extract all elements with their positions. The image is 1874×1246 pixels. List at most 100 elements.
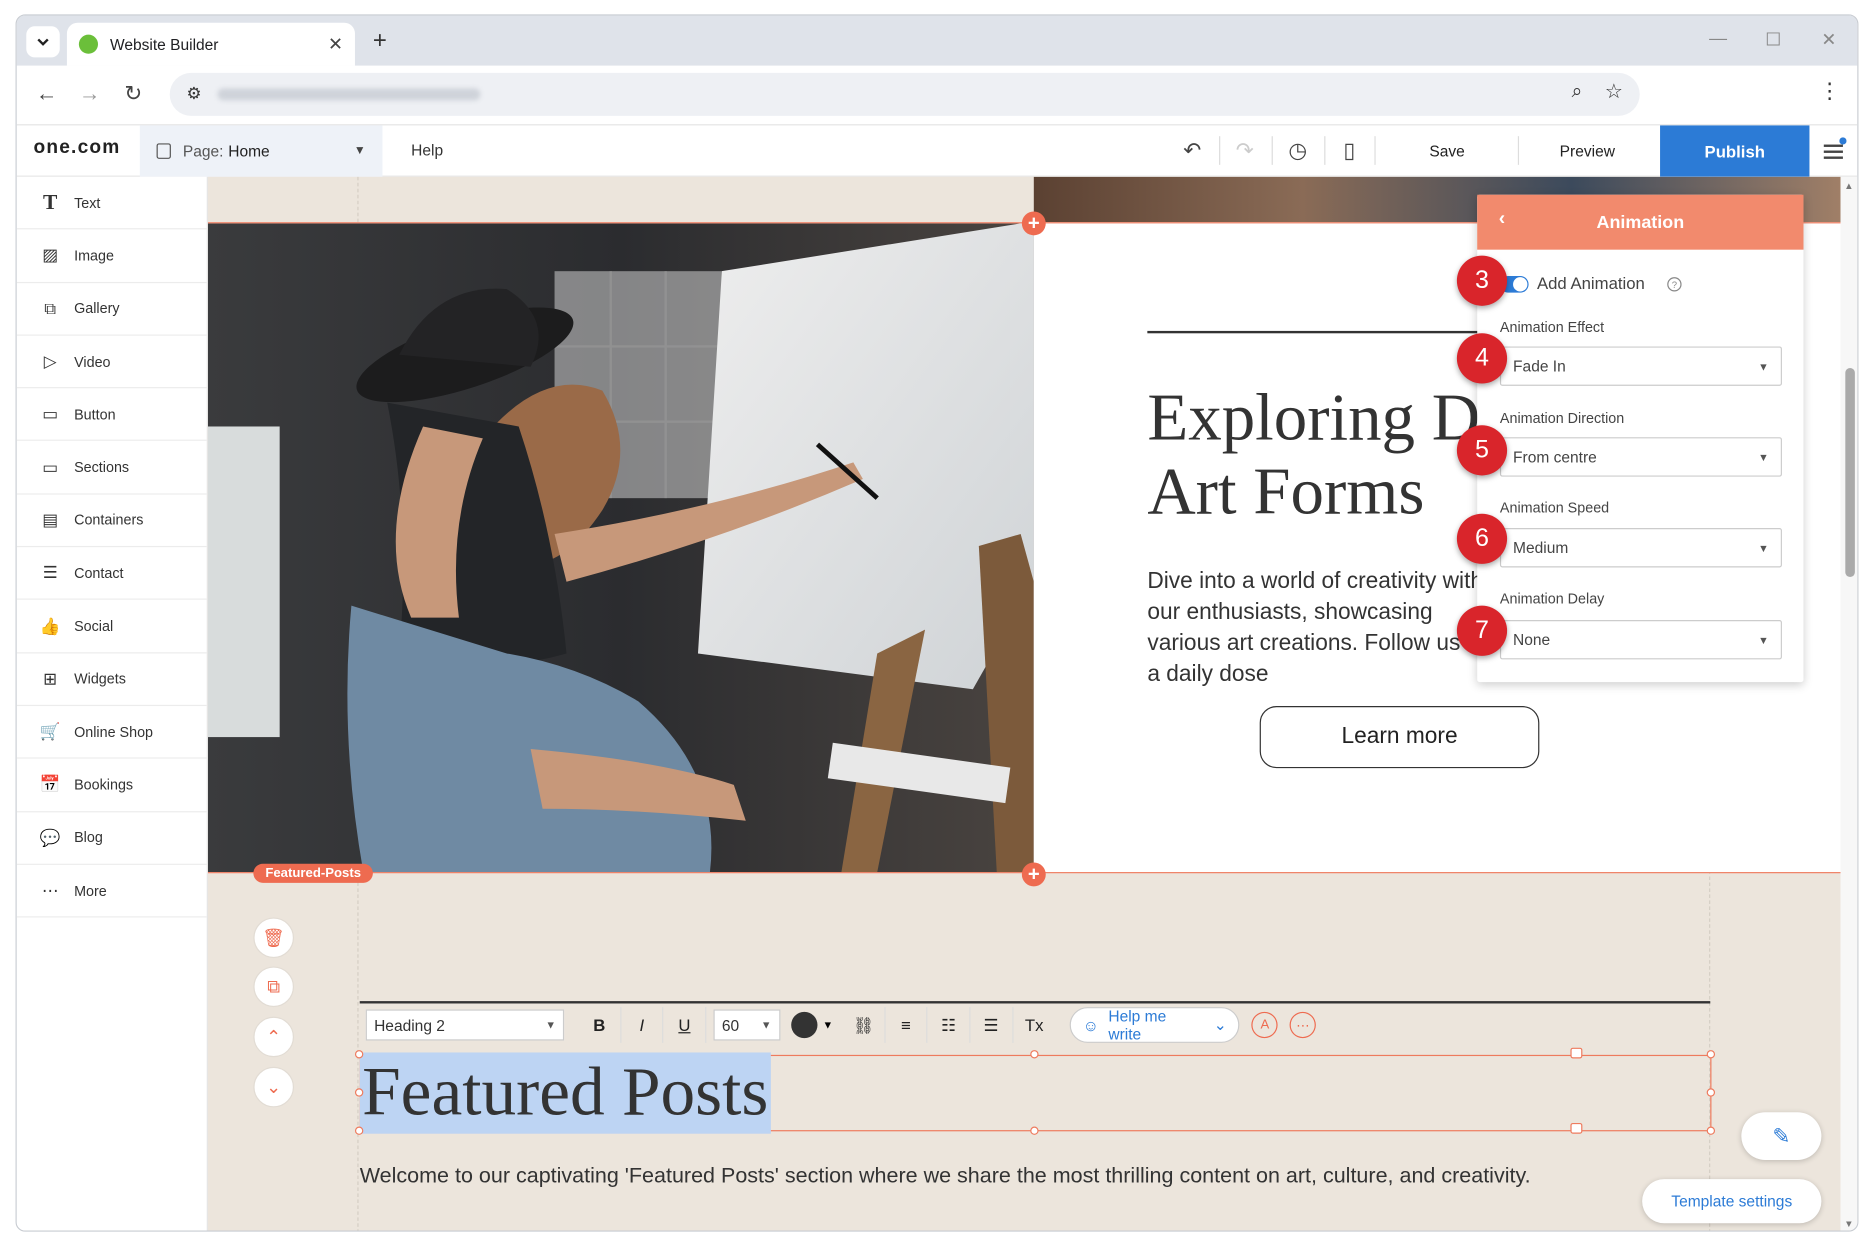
help-question-icon[interactable]: ? [1667, 277, 1682, 292]
bullet-list-icon[interactable]: ☰ [970, 1007, 1013, 1043]
resize-handle[interactable] [1030, 1126, 1039, 1135]
animation-delay-select[interactable]: None ▼ [1499, 620, 1782, 660]
tab-search-button[interactable] [26, 26, 60, 58]
section-tag[interactable]: Featured-Posts [253, 863, 373, 883]
undo-icon[interactable]: ↶ [1183, 139, 1201, 164]
sidebar-item-button[interactable]: ▭ Button [16, 388, 207, 442]
history-icon[interactable]: ◷ [1288, 139, 1307, 164]
resize-handle[interactable] [1030, 1050, 1039, 1059]
vertical-scrollbar[interactable]: ▲ ▼ [1840, 176, 1858, 1231]
window-close-icon[interactable]: ✕ [1821, 29, 1836, 50]
color-caret-icon[interactable]: ▼ [822, 1019, 833, 1031]
sidebar-item-more[interactable]: ⋯ More [16, 865, 207, 918]
hero-paragraph[interactable]: Dive into a world of creativity with our… [1147, 566, 1506, 690]
text-format-toolbar: Heading 2 ▼ B I U 60 ▼ ▼ ⛓ ≡ ☷ ☰ Tx ☺ Help… [360, 1005, 1316, 1046]
scroll-thumb[interactable] [1845, 367, 1855, 578]
more-options-icon[interactable]: ⋯ [1289, 1011, 1316, 1039]
design-edit-icon[interactable]: ✎ [1741, 1112, 1822, 1160]
text-color-swatch[interactable] [791, 1011, 818, 1039]
underline-button[interactable]: U [664, 1007, 707, 1043]
publish-button[interactable]: Publish [1660, 125, 1810, 177]
clear-format-button[interactable]: Tx [1013, 1007, 1056, 1043]
browser-menu-icon[interactable]: ⋮ [1819, 80, 1841, 102]
featured-posts-text[interactable]: Welcome to our captivating 'Featured Pos… [360, 1164, 1531, 1189]
back-chevron-icon[interactable]: ‹ [1499, 209, 1505, 231]
resize-handle[interactable] [354, 1088, 364, 1097]
resize-handle[interactable] [354, 1050, 364, 1059]
sidebar-item-label: Containers [74, 511, 144, 529]
resize-handle[interactable] [1706, 1088, 1716, 1097]
address-bar[interactable]: ⚙ ⌕ ☆ [169, 72, 1640, 116]
bookmark-star-icon[interactable]: ☆ [1605, 80, 1623, 104]
hamburger-menu-icon[interactable] [1823, 137, 1847, 163]
contact-icon: ☰ [42, 562, 58, 583]
help-me-write-button[interactable]: ☺ Help me write ⌄ [1069, 1007, 1240, 1043]
animation-effect-select[interactable]: Fade In ▼ [1499, 346, 1782, 386]
back-arrow-icon[interactable]: ← [36, 81, 58, 106]
sidebar-item-social[interactable]: 👍 Social [16, 600, 207, 654]
zoom-icon[interactable]: ⌕ [1572, 81, 1583, 103]
sidebar-item-image[interactable]: ▨ Image [16, 230, 207, 283]
maximize-icon[interactable]: ☐ [1765, 29, 1781, 50]
duplicate-section-icon[interactable]: ⧉ [253, 966, 295, 1008]
align-icon[interactable]: ≡ [885, 1007, 928, 1043]
move-up-icon[interactable]: ⌃ [253, 1016, 295, 1058]
browser-titlebar: Website Builder ✕ + — ☐ ✕ [16, 15, 1858, 66]
sidebar-item-contact[interactable]: ☰ Contact [16, 547, 207, 601]
page-selector[interactable]: Page: Home ▼ [139, 125, 383, 177]
sidebar-item-text[interactable]: T Text [16, 177, 207, 230]
add-section-plus-icon[interactable]: + [1021, 862, 1046, 887]
animation-panel-title: Animation [1596, 212, 1685, 233]
featured-posts-heading[interactable]: Featured Posts [359, 1052, 771, 1134]
add-section-plus-icon[interactable]: + [1021, 211, 1046, 236]
spacing-handle[interactable] [1570, 1122, 1583, 1134]
sidebar-item-gallery[interactable]: ⧉ Gallery [16, 283, 207, 336]
redo-icon[interactable]: ↷ [1236, 139, 1254, 164]
close-tab-icon[interactable]: ✕ [328, 33, 343, 55]
scroll-up-icon[interactable]: ▲ [1844, 180, 1853, 191]
new-tab-button[interactable]: + [373, 27, 387, 54]
url-text-blurred [217, 88, 481, 101]
sidebar-item-online-shop[interactable]: 🛒 Online Shop [16, 706, 207, 759]
minimize-icon[interactable]: — [1709, 29, 1727, 49]
sidebar-item-widgets[interactable]: ⊞ Widgets [16, 653, 207, 706]
gallery-icon: ⧉ [44, 298, 57, 318]
resize-handle[interactable] [354, 1126, 364, 1135]
artist-painting-image[interactable] [207, 223, 1034, 873]
italic-button[interactable]: I [621, 1007, 664, 1043]
spacing-handle[interactable] [1570, 1047, 1583, 1059]
reload-icon[interactable]: ↻ [124, 81, 142, 106]
delete-section-icon[interactable]: 🗑 [253, 917, 295, 959]
resize-handle[interactable] [1706, 1126, 1716, 1135]
save-button[interactable]: Save [1429, 142, 1464, 160]
resize-handle[interactable] [1706, 1050, 1716, 1059]
preview-button[interactable]: Preview [1560, 142, 1615, 160]
animation-speed-select[interactable]: Medium ▼ [1499, 528, 1782, 568]
hero-heading[interactable]: Exploring D Art Forms [1147, 381, 1506, 529]
text-style-dropdown[interactable]: Heading 2 ▼ [365, 1009, 565, 1041]
sidebar-item-video[interactable]: ▷ Video [16, 336, 207, 389]
learn-more-button[interactable]: Learn more [1259, 706, 1540, 769]
move-down-icon[interactable]: ⌄ [253, 1066, 295, 1108]
mobile-view-icon[interactable]: ▯ [1343, 139, 1355, 164]
template-settings-button[interactable]: Template settings [1642, 1179, 1822, 1224]
forward-arrow-icon[interactable]: → [79, 81, 101, 106]
ordered-list-icon[interactable]: ☷ [928, 1007, 971, 1043]
spellcheck-icon[interactable]: A [1251, 1011, 1278, 1039]
animation-direction-select[interactable]: From centre ▼ [1499, 437, 1782, 477]
bold-button[interactable]: B [579, 1007, 622, 1043]
font-size-dropdown[interactable]: 60 ▼ [713, 1009, 780, 1041]
page-label: Page: [182, 142, 224, 161]
sidebar-item-containers[interactable]: ▤ Containers [16, 494, 207, 548]
site-info-icon[interactable]: ⚙ [186, 84, 201, 104]
help-menu[interactable]: Help [411, 141, 443, 159]
scroll-down-icon[interactable]: ▼ [1844, 1219, 1853, 1230]
chevron-down-icon [37, 38, 49, 46]
sidebar-item-sections[interactable]: ▭ Sections [16, 441, 207, 495]
link-icon[interactable]: ⛓ [843, 1007, 886, 1043]
sidebar-item-bookings[interactable]: 📅 Bookings [16, 759, 207, 812]
sidebar-item-label: Bookings [74, 776, 134, 794]
sidebar-item-blog[interactable]: 💬 Blog [16, 812, 207, 865]
widgets-icon: ⊞ [43, 668, 58, 688]
browser-tab[interactable]: Website Builder ✕ [66, 22, 355, 66]
